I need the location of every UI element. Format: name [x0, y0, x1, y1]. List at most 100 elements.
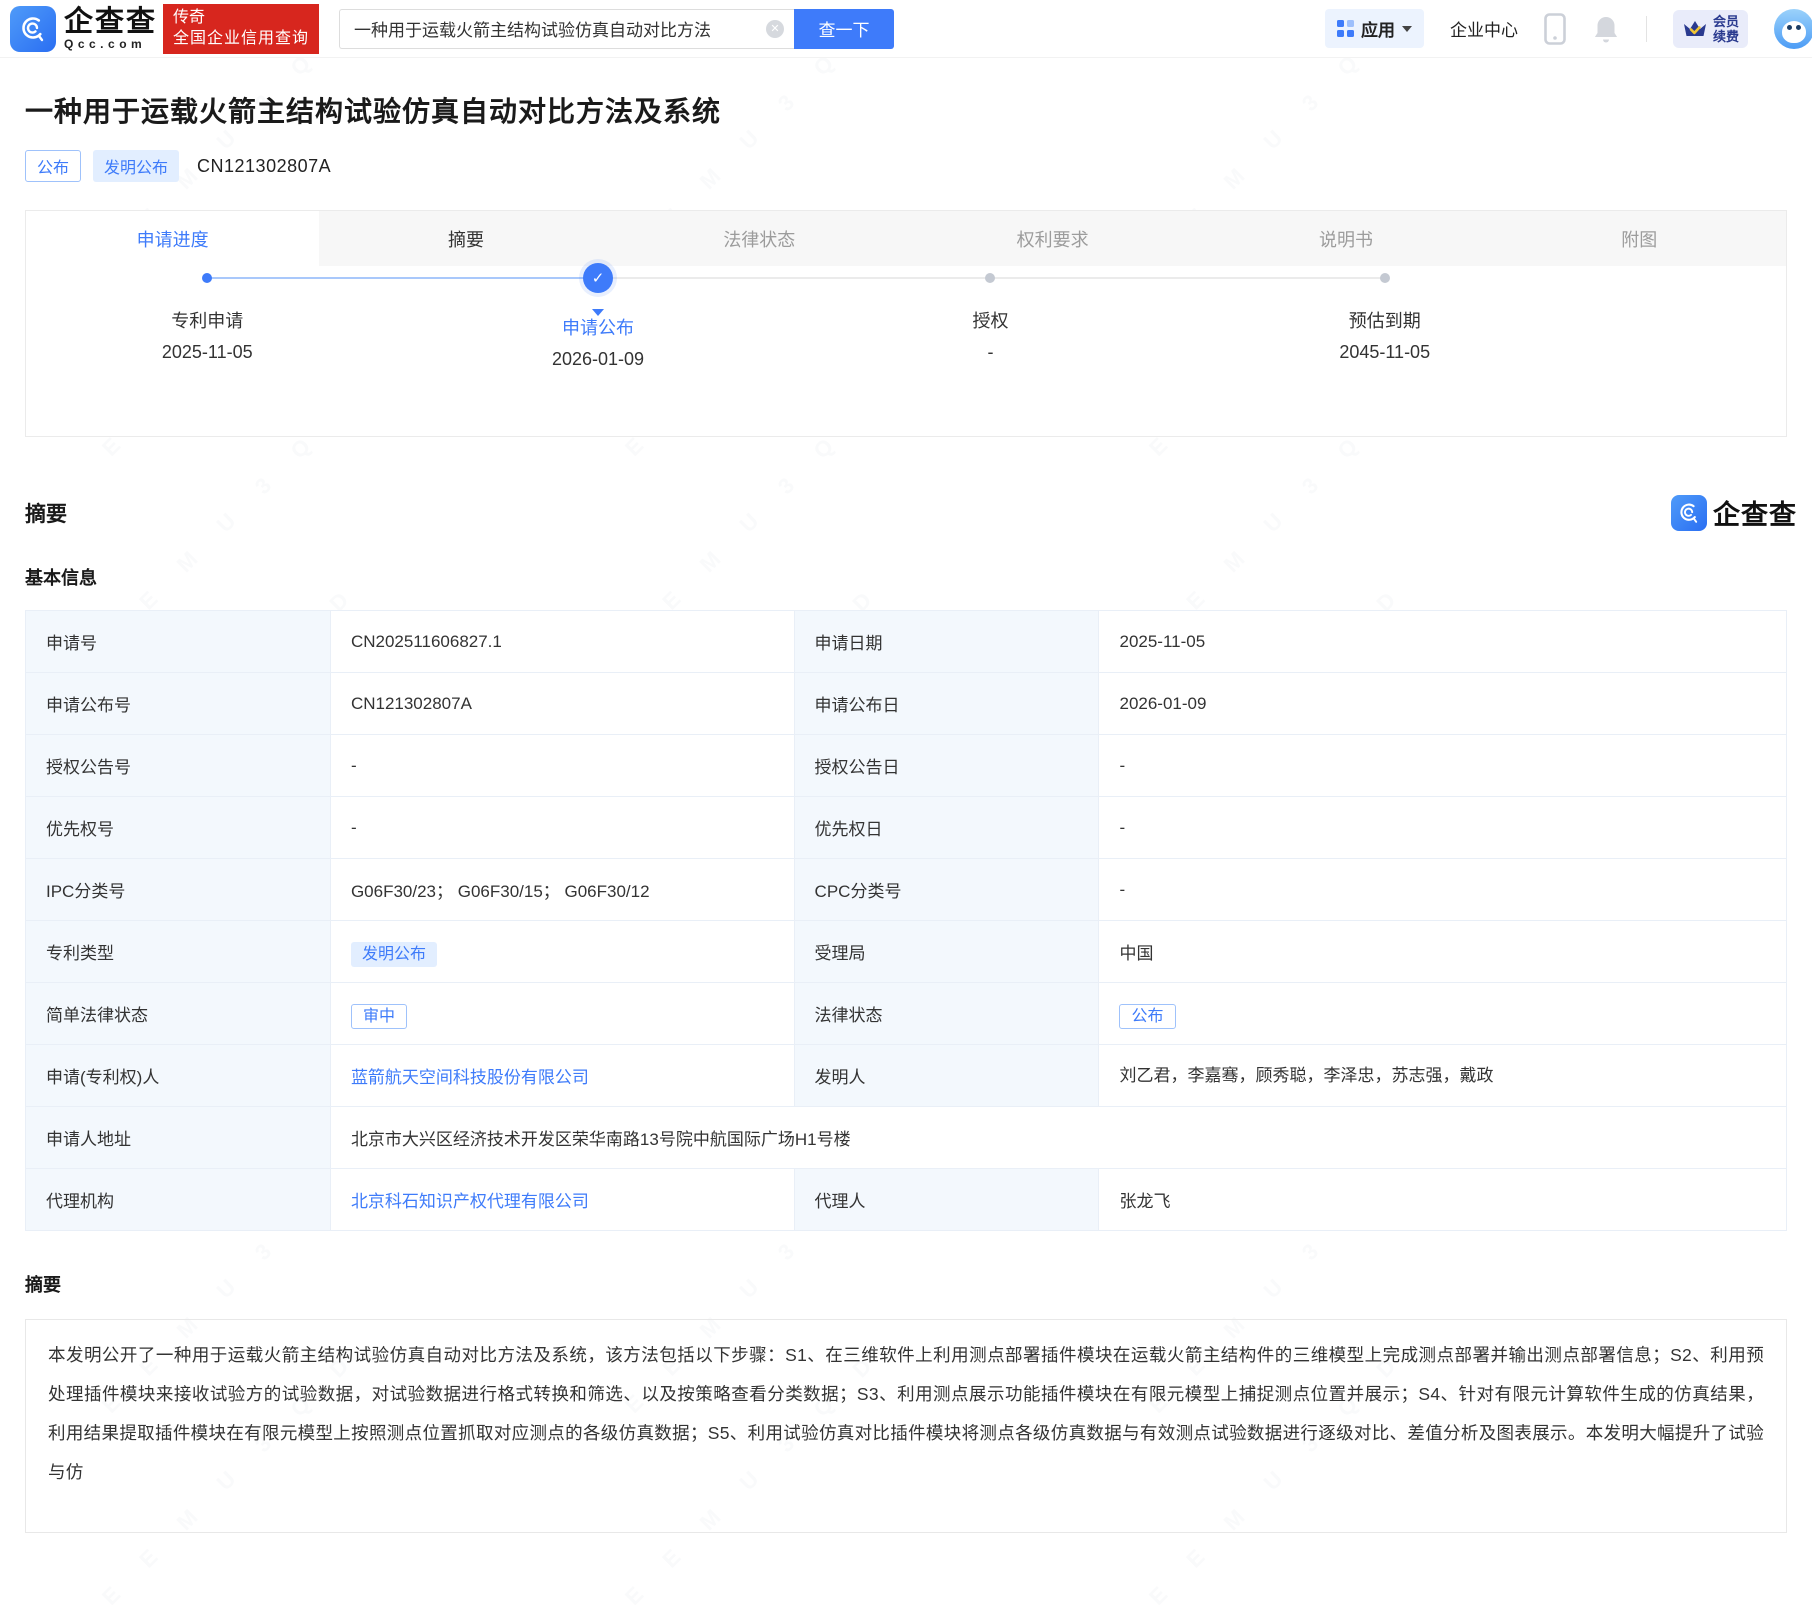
tab-abstract[interactable]: 摘要 [319, 211, 612, 266]
applicant-link[interactable]: 蓝箭航天空间科技股份有限公司 [351, 1068, 589, 1087]
patent-number: CN121302807A [197, 156, 331, 177]
field-value: - [1099, 797, 1787, 859]
field-label: 优先权号 [26, 797, 331, 859]
table-row: 申请号 CN202511606827.1 申请日期 2025-11-05 [26, 611, 1787, 673]
vip-label-line2: 续费 [1713, 29, 1739, 44]
qcc-logo-icon [10, 6, 56, 52]
table-row: 申请公布号 CN121302807A 申请公布日 2026-01-09 [26, 673, 1787, 735]
clear-search-icon[interactable]: ✕ [766, 20, 784, 38]
milestone-dot [985, 273, 995, 283]
table-row: 授权公告号 - 授权公告日 - [26, 735, 1787, 797]
milestone-label: 专利申请 [57, 307, 357, 333]
promo-line2: 全国企业信用查询 [173, 28, 309, 49]
milestone-date: - [840, 342, 1140, 363]
patent-badges: 公布 发明公布 CN121302807A [25, 150, 1787, 182]
enterprise-center-link[interactable]: 企业中心 [1450, 16, 1518, 41]
crown-icon [1682, 17, 1708, 41]
agent-value: 张龙飞 [1099, 1169, 1787, 1231]
promo-banner: 传奇 全国企业信用查询 [163, 4, 319, 54]
tab-description[interactable]: 说明书 [1199, 211, 1492, 266]
apps-menu[interactable]: 应用 [1325, 9, 1424, 48]
header-nav: 应用 企业中心 会员 续费 [1325, 9, 1798, 49]
field-label: 申请号 [26, 611, 331, 673]
divider [1646, 16, 1647, 42]
field-label: 授权公告号 [26, 735, 331, 797]
qcc-watermark-logo: 企查查 [1671, 493, 1797, 532]
milestone-label: 授权 [840, 307, 1140, 333]
field-value: - [330, 735, 794, 797]
qcc-watermark-text: 企查查 [1713, 493, 1797, 532]
qcc-logo[interactable]: 企查查 Qcc.com 传奇 全国企业信用查询 [10, 4, 319, 54]
field-value: 2025-11-05 [1099, 611, 1787, 673]
milestone-date: 2045-11-05 [1235, 342, 1535, 363]
field-label: 发明人 [794, 1045, 1099, 1107]
notification-bell-icon[interactable] [1592, 14, 1620, 44]
milestone-date: 2026-01-09 [448, 349, 748, 370]
field-value: 中国 [1099, 921, 1787, 983]
field-value: CN202511606827.1 [330, 611, 794, 673]
milestone-label: 申请公布 [448, 314, 748, 340]
status-badge: 公布 [25, 150, 81, 182]
top-header: 企查查 Qcc.com 传奇 全国企业信用查询 ✕ 查一下 [0, 0, 1812, 58]
agency-link[interactable]: 北京科石知识产权代理有限公司 [351, 1192, 589, 1211]
apps-label: 应用 [1361, 16, 1395, 41]
milestone-dot [1380, 273, 1390, 283]
milestone-date: 2025-11-05 [57, 342, 357, 363]
tab-figures[interactable]: 附图 [1493, 211, 1786, 266]
brand-domain: Qcc.com [64, 37, 157, 51]
field-label: 代理人 [794, 1169, 1099, 1231]
field-value: - [1099, 735, 1787, 797]
field-label: 授权公告日 [794, 735, 1099, 797]
vip-label-line1: 会员 [1713, 14, 1739, 29]
search-input[interactable] [339, 9, 794, 49]
field-value: 2026-01-09 [1099, 673, 1787, 735]
field-label: 受理局 [794, 921, 1099, 983]
abstract-text: 本发明公开了一种用于运载火箭主结构试验仿真自动对比方法及系统，该方法包括以下步骤… [48, 1336, 1764, 1492]
table-row: IPC分类号 G06F30/23； G06F30/15； G06F30/12 C… [26, 859, 1787, 921]
field-label: 代理机构 [26, 1169, 331, 1231]
search-button[interactable]: 查一下 [794, 9, 894, 49]
inventors-value: 刘乙君，李嘉骞，顾秀聪，李泽忠，苏志强，戴政 [1099, 1045, 1787, 1107]
field-value: CN121302807A [330, 673, 794, 735]
field-label: IPC分类号 [26, 859, 331, 921]
table-row: 专利类型 发明公布 受理局 中国 [26, 921, 1787, 983]
tab-claims[interactable]: 权利要求 [906, 211, 1199, 266]
field-value: - [330, 797, 794, 859]
table-row: 申请(专利权)人 蓝箭航天空间科技股份有限公司 发明人 刘乙君，李嘉骞，顾秀聪，… [26, 1045, 1787, 1107]
table-row: 申请人地址 北京市大兴区经济技术开发区荣华南路13号院中航国际广场H1号楼 [26, 1107, 1787, 1169]
brand-text: 企查查 Qcc.com [64, 4, 157, 54]
vip-renew-button[interactable]: 会员 续费 [1673, 10, 1748, 48]
mobile-app-icon[interactable] [1544, 13, 1566, 45]
address-value: 北京市大兴区经济技术开发区荣华南路13号院中航国际广场H1号楼 [330, 1107, 1786, 1169]
field-value: - [1099, 859, 1787, 921]
chevron-down-icon [1402, 26, 1412, 32]
milestone-publication: ✓ 申请公布 2026-01-09 [448, 266, 748, 370]
field-label: 简单法律状态 [26, 983, 331, 1045]
type-badge: 发明公布 [93, 150, 179, 182]
legal-status-badge: 公布 [1119, 1004, 1175, 1029]
brand-name: 企查查 [64, 7, 157, 37]
field-label: 申请人地址 [26, 1107, 331, 1169]
qcc-logo-icon-small [1671, 495, 1707, 531]
basic-info-table: 申请号 CN202511606827.1 申请日期 2025-11-05 申请公… [25, 610, 1787, 1231]
milestone-expiry: 预估到期 2045-11-05 [1235, 266, 1535, 363]
search-bar: ✕ 查一下 [339, 9, 894, 49]
field-label: 申请公布号 [26, 673, 331, 735]
table-row: 优先权号 - 优先权日 - [26, 797, 1787, 859]
patent-type-badge: 发明公布 [351, 942, 437, 967]
abstract-box: 本发明公开了一种用于运载火箭主结构试验仿真自动对比方法及系统，该方法包括以下步骤… [25, 1319, 1787, 1533]
field-label: 专利类型 [26, 921, 331, 983]
field-label: CPC分类号 [794, 859, 1099, 921]
user-avatar[interactable] [1774, 9, 1812, 49]
field-label: 申请日期 [794, 611, 1099, 673]
simple-legal-status-badge: 审中 [351, 1004, 407, 1029]
tab-legal-status[interactable]: 法律状态 [613, 211, 906, 266]
check-icon: ✓ [583, 263, 613, 293]
section-title-basic-info: 基本信息 [25, 564, 1787, 590]
apps-grid-icon [1337, 20, 1354, 37]
milestone-grant: 授权 - [840, 266, 1140, 363]
table-row: 简单法律状态 审中 法律状态 公布 [26, 983, 1787, 1045]
field-label: 申请(专利权)人 [26, 1045, 331, 1107]
tab-application-progress[interactable]: 申请进度 [26, 211, 319, 266]
milestone-filing: 专利申请 2025-11-05 [57, 266, 357, 363]
